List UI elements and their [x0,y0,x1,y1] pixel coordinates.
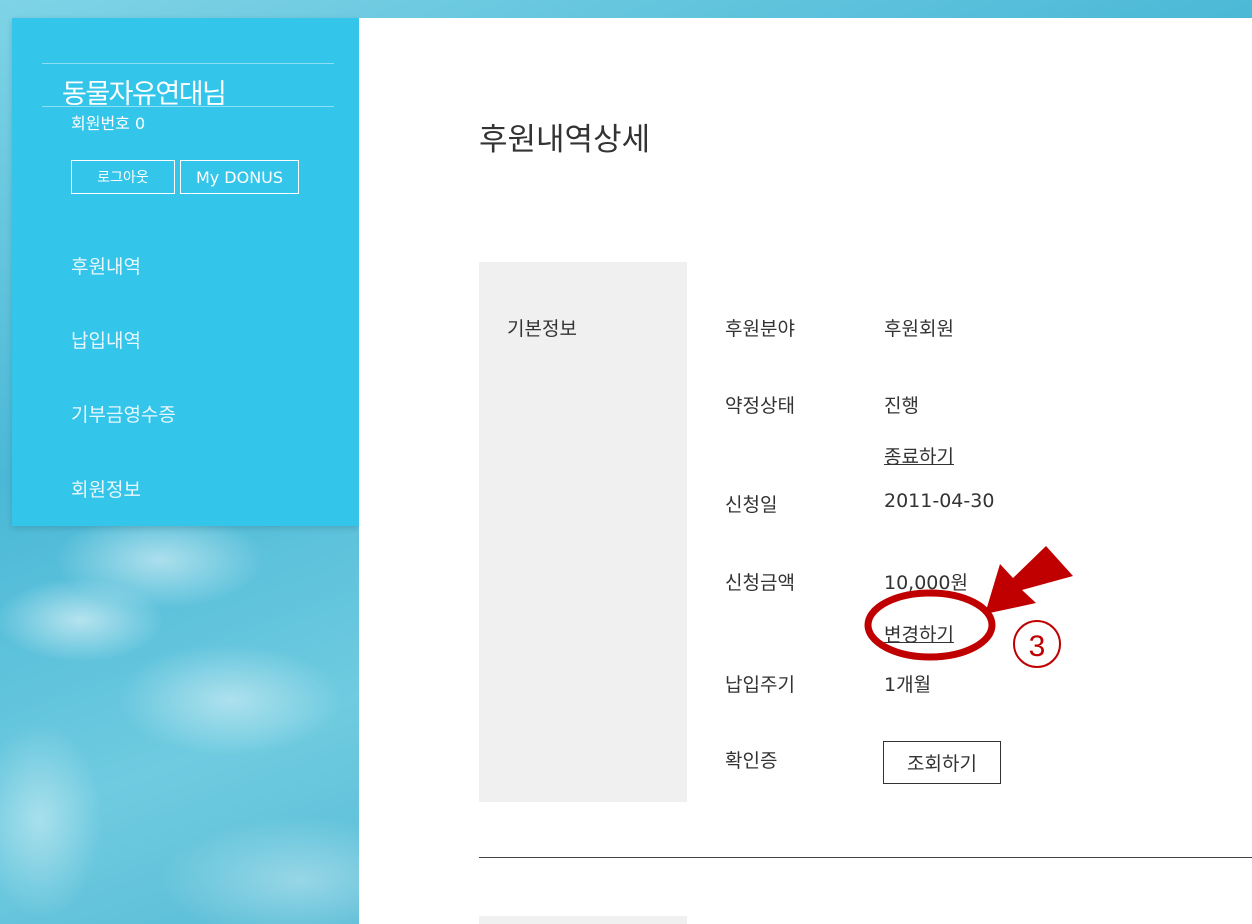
section-label: 기본정보 [507,318,577,340]
status-label: 약정상태 [725,395,795,417]
cycle-value: 1개월 [884,674,932,696]
logout-button[interactable]: 로그아웃 [71,160,175,194]
amount-value: 10,000원 [884,572,968,594]
member-number: 회원번호 0 [71,114,146,133]
sidebar-item-member-info[interactable]: 회원정보 [71,475,141,502]
date-label: 신청일 [725,494,778,516]
sidebar-item-receipts[interactable]: 기부금영수증 [71,400,176,427]
page-title: 후원내역상세 [479,122,651,158]
sidebar-divider-top [42,63,334,64]
sidebar-item-donations[interactable]: 후원내역 [71,252,141,279]
my-donus-button[interactable]: My DONUS [180,160,299,194]
cycle-label: 납입주기 [725,674,795,696]
area-label: 후원분야 [725,318,795,340]
sidebar-divider-mid [42,106,334,107]
date-value: 2011-04-30 [884,490,995,512]
section-header-panel [479,262,687,802]
next-section-panel [479,916,687,924]
status-value: 진행 [884,395,919,417]
view-certificate-button[interactable]: 조회하기 [883,741,1001,784]
change-link[interactable]: 변경하기 [884,620,954,647]
area-value: 후원회원 [884,318,954,340]
main-content: 후원내역상세 기본정보 후원분야 후원회원 약정상태 진행 종료하기 신청일 2… [359,18,1252,924]
amount-label: 신청금액 [725,572,795,594]
end-link[interactable]: 종료하기 [884,442,954,469]
sidebar: 동물자유연대님 회원번호 0 로그아웃 My DONUS 후원내역 납입내역 기… [12,18,359,526]
cert-label: 확인증 [725,750,778,772]
section-divider [479,857,1252,858]
sidebar-item-payments[interactable]: 납입내역 [71,326,141,353]
